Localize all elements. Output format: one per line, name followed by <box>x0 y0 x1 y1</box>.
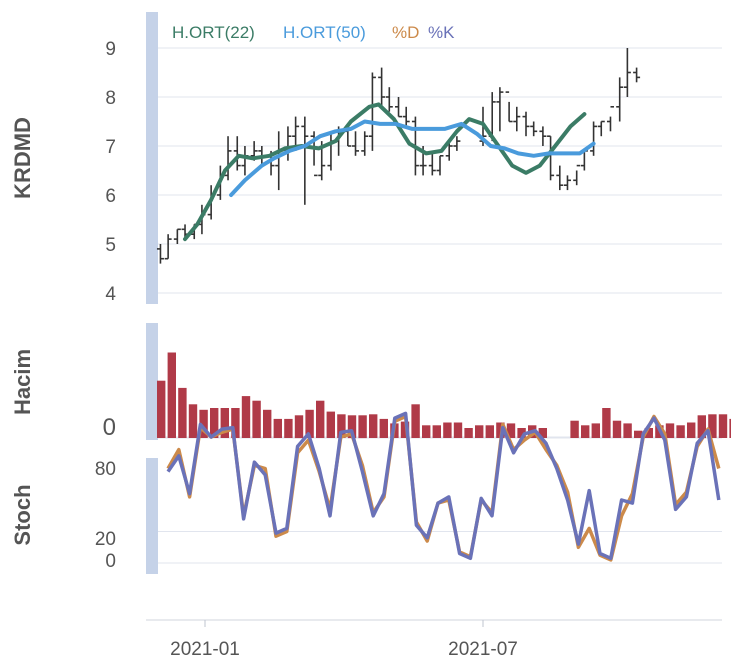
volume-bar <box>602 408 611 438</box>
ohlc-bar <box>436 155 444 176</box>
volume-bar <box>316 400 325 438</box>
volume-bar <box>284 418 293 438</box>
ohlc-bar <box>496 87 504 132</box>
volume-bar <box>294 415 304 439</box>
ohlc-bar <box>352 131 360 156</box>
ohlc-bar <box>556 165 564 191</box>
ohlc-bar <box>606 106 614 132</box>
ohlc-bar <box>361 131 369 156</box>
ohlc-bar <box>241 146 249 176</box>
stoch-y-tick: 0 <box>105 551 116 572</box>
volume-bar <box>612 420 622 438</box>
ma-line-H.ORT(50) <box>229 119 596 197</box>
volume-bar <box>167 352 176 438</box>
stoch-panel-ylabel: Stoch <box>10 484 35 545</box>
legend-stoch-k[interactable]: %K <box>428 23 455 42</box>
volume-bar <box>326 411 335 438</box>
volume-bar <box>411 404 420 438</box>
ohlc-bar <box>573 164 581 186</box>
volume-bar <box>358 415 367 439</box>
price-y-tick: 4 <box>105 284 116 305</box>
volume-bar <box>432 425 441 438</box>
ohlc-bar <box>284 126 292 161</box>
volume-bar <box>475 425 484 438</box>
indicator-lines <box>166 102 721 562</box>
ohlc-bar <box>513 106 521 132</box>
x-tick-label: 2021-01 <box>170 639 240 660</box>
volume-bar <box>591 423 600 438</box>
legend: H.ORT(22) H.ORT(50) %D %K <box>172 23 455 42</box>
ohlc-bar <box>233 136 241 171</box>
ohlc-bar <box>378 67 386 107</box>
ohlc-bar <box>590 121 598 156</box>
volume-bar <box>581 425 590 438</box>
ohlc-bar <box>563 175 571 191</box>
ohlc-bar <box>395 97 403 118</box>
price-y-tick: 8 <box>105 88 116 109</box>
ohlc-bar <box>385 87 393 112</box>
stoch-y-tick: 80 <box>95 459 116 480</box>
ohlc-bar <box>530 121 538 137</box>
stoch-y-tick: 20 <box>95 529 116 550</box>
legend-stoch-d[interactable]: %D <box>392 23 419 42</box>
ohlc-bar <box>616 77 624 122</box>
price-y-tick: 7 <box>105 137 116 158</box>
volume-bar <box>443 422 452 438</box>
stock-chart: KRDMD Hacim Stoch 2021-01 2021-07 4 5 6 7 8 9 0… <box>10 12 731 660</box>
volume-bar <box>676 425 685 438</box>
ohlc-bar <box>522 111 530 137</box>
volume-bar <box>422 425 431 438</box>
x-axis-ticks: 2021-01 2021-07 <box>170 620 518 660</box>
volume-bar <box>157 380 166 438</box>
price-panel-ylabel: KRDMD <box>10 117 35 199</box>
y-axis-ticks: 456789002080 <box>95 39 117 572</box>
price-y-tick: 6 <box>105 186 116 207</box>
volume-bar <box>178 387 187 438</box>
ohlc-bar <box>547 135 555 181</box>
volume-bar <box>623 423 632 438</box>
volume-bar <box>252 400 261 438</box>
ohlc-bar <box>539 126 547 146</box>
volume-bar <box>718 414 728 438</box>
ohlc-bar <box>275 131 283 191</box>
volume-bar <box>453 422 463 438</box>
ohlc-bar <box>173 228 181 244</box>
volume-bar <box>379 418 388 438</box>
ohlc-bar <box>164 234 172 260</box>
volume-y-tick: 0 <box>103 414 116 441</box>
volume-bar <box>188 404 198 438</box>
ohlc-bar <box>327 131 335 171</box>
ohlc-bar <box>301 116 309 205</box>
volume-bars <box>157 352 731 439</box>
price-y-tick: 9 <box>105 39 116 60</box>
ohlc-bar <box>156 244 164 264</box>
price-panel-scrollbar[interactable] <box>146 12 158 304</box>
ohlc-bars <box>156 48 641 264</box>
volume-bar <box>485 425 494 438</box>
ohlc-bar <box>597 120 605 137</box>
legend-sma50[interactable]: H.ORT(50) <box>283 23 366 42</box>
volume-panel-scrollbar[interactable] <box>146 323 158 440</box>
ohlc-bar <box>402 106 410 127</box>
ohlc-bar <box>633 67 641 83</box>
x-tick-label: 2021-07 <box>448 639 518 660</box>
gridlines <box>158 47 722 564</box>
volume-bar <box>570 420 579 438</box>
volume-bar <box>687 422 696 438</box>
volume-bar <box>241 396 251 438</box>
volume-bar <box>464 428 473 438</box>
volume-bar <box>273 418 282 438</box>
volume-bar <box>263 409 272 438</box>
ohlc-bar <box>453 136 461 151</box>
ohlc-bar <box>368 72 376 151</box>
volume-panel-ylabel: Hacim <box>10 349 35 415</box>
volume-bar <box>369 414 378 438</box>
legend-sma22[interactable]: H.ORT(22) <box>172 23 255 42</box>
price-y-tick: 5 <box>105 235 116 256</box>
volume-bar <box>665 423 675 438</box>
ohlc-bar <box>623 48 631 97</box>
stoch-panel-scrollbar[interactable] <box>146 458 158 574</box>
